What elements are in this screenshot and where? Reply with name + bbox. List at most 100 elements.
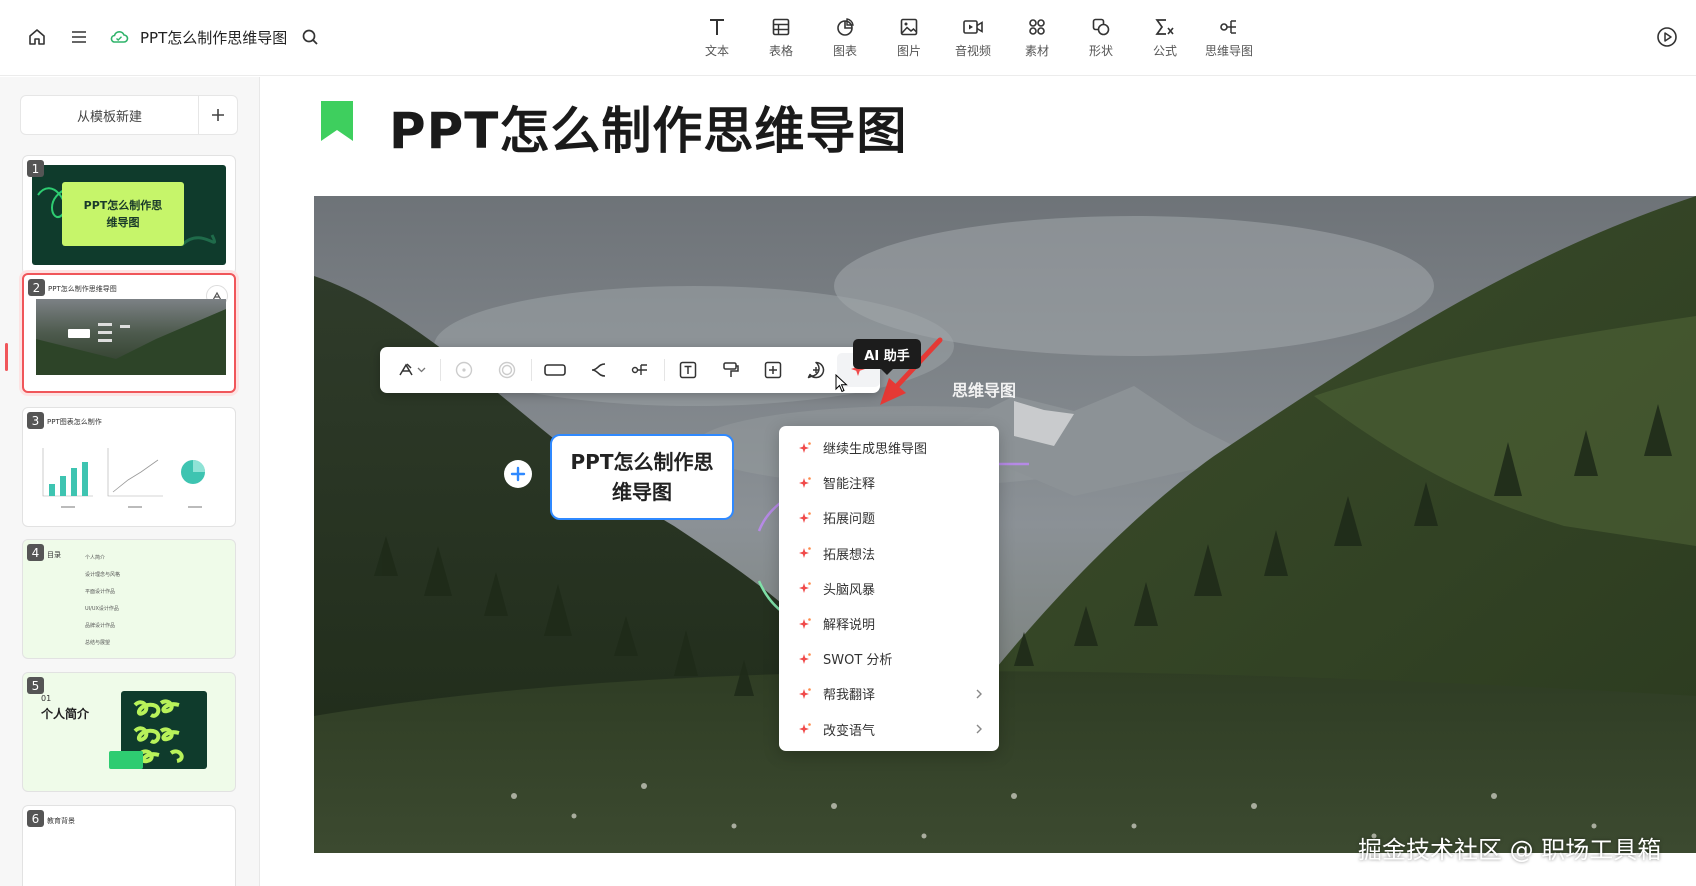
slide-5-section-number: 01 (41, 694, 52, 703)
slide-1-background: PPT怎么制作思维导图 (32, 165, 226, 265)
slide-2-title: PPT怎么制作思维导图 (48, 285, 117, 293)
slide-number: 5 (27, 677, 44, 694)
tool-label: 音视频 (954, 44, 991, 58)
insert-chart-button[interactable]: 图表 (813, 14, 877, 64)
menu-button[interactable] (64, 22, 94, 52)
menu-item-label: 拓展想法 (823, 547, 876, 563)
root-node-label: PPT怎么制作思维导图 (570, 450, 714, 504)
insert-shape-button[interactable]: 形状 (1069, 14, 1133, 64)
insert-table-button[interactable]: 表格 (749, 14, 813, 64)
slide-thumbnail-4[interactable]: 4 目录 个人简介 设计理念与风格 平面设计作品 UI/UX设计作品 品牌设计作… (22, 539, 236, 659)
insert-media-button[interactable]: 音视频 (941, 14, 1005, 64)
cloud-sync-status[interactable] (104, 22, 134, 52)
slide-number: 1 (27, 160, 44, 177)
play-slideshow-button[interactable] (1652, 22, 1682, 52)
slide-thumbnail-5[interactable]: 5 01 个人简介 (22, 672, 236, 792)
slide-3-title: PPT图表怎么制作 (47, 418, 102, 426)
add-comment-button[interactable] (795, 353, 838, 387)
text-icon (710, 19, 724, 35)
document-title[interactable]: PPT怎么制作思维导图 (140, 27, 287, 48)
ai-menu-item-smart-annotation[interactable]: 智能注释 (779, 465, 999, 500)
insert-child-node-button[interactable] (752, 353, 795, 387)
node-format-toolbar (380, 347, 881, 393)
ai-menu-item-swot-analysis[interactable]: SWOT 分析 (779, 641, 999, 676)
ai-menu-item-explain[interactable]: 解释说明 (779, 606, 999, 641)
insert-image-button[interactable]: 图片 (877, 14, 941, 64)
mindmap-branch-node[interactable]: 思维导图 (952, 377, 1016, 401)
background-photo[interactable]: 思维导图 PPT怎么制作思维导图 (314, 196, 1696, 853)
chevron-right-icon (976, 724, 982, 734)
sparkle-icon (799, 582, 811, 594)
toc-item: 总结与展望 (85, 640, 111, 646)
format-painter-button[interactable] (709, 353, 752, 387)
slide-title[interactable]: PPT怎么制作思维导图 (389, 91, 907, 163)
menu-item-label: 拓展问题 (823, 512, 876, 528)
ai-menu-item-continue-mindmap[interactable]: 继续生成思维导图 (779, 430, 999, 465)
add-parent-node-button[interactable] (504, 460, 532, 488)
sparkle-icon (799, 476, 811, 488)
add-box-icon (765, 361, 782, 379)
insert-mindmap-button[interactable]: 思维导图 (1197, 14, 1261, 64)
sparkle-icon (799, 723, 811, 735)
slide-thumbnail-3[interactable]: 3 PPT图表怎么制作 (22, 407, 236, 527)
add-slide-button[interactable] (199, 96, 237, 134)
cloud-icon (110, 31, 129, 43)
tool-label: 公式 (1152, 44, 1177, 58)
slide-5-title: 个人简介 (41, 707, 90, 721)
toc-item: UI/UX设计作品 (85, 606, 119, 612)
ai-assistant-menu: 继续生成思维导图 智能注释 拓展问题 拓展想法 头脑风暴 解释说明 SWOT 分… (779, 426, 999, 751)
connector-style-button[interactable] (576, 353, 619, 387)
new-from-template-button[interactable]: 从模板新建 (21, 96, 199, 134)
search-button[interactable] (295, 22, 325, 52)
mouse-cursor-icon (835, 374, 848, 393)
mindmap-layout-icon (632, 364, 648, 375)
sparkle-icon (799, 512, 811, 523)
tool-label: 思维导图 (1204, 44, 1253, 58)
border-color-button[interactable] (486, 353, 529, 387)
slide-thumbnail-6[interactable]: 6 教育背景 (22, 805, 236, 886)
connector-icon (591, 363, 605, 377)
toolbar-separator (530, 359, 532, 381)
slide-number: 6 (27, 810, 44, 827)
play-icon (1657, 27, 1677, 47)
slide-3-charts-preview (42, 448, 205, 508)
slide-4-toc-list: 个人简介 设计理念与风格 平面设计作品 UI/UX设计作品 品牌设计作品 总结与… (85, 550, 215, 652)
insert-material-button[interactable]: 素材 (1005, 14, 1069, 64)
slide-2-photo-preview (36, 299, 226, 375)
slide-5-green-block (109, 751, 143, 769)
tool-label: 图片 (896, 44, 921, 58)
fill-color-icon (456, 361, 473, 379)
home-icon (29, 29, 45, 45)
mindmap-style-dropdown[interactable] (386, 353, 438, 387)
ai-menu-item-brainstorm[interactable]: 头脑风暴 (779, 571, 999, 606)
menu-item-label: 解释说明 (823, 618, 876, 634)
tool-label: 形状 (1088, 44, 1113, 58)
style-brush-icon (399, 363, 426, 376)
insert-text-button[interactable]: 文本 (685, 14, 749, 64)
insert-formula-button[interactable]: 公式 (1133, 14, 1197, 64)
hamburger-icon (72, 31, 86, 43)
ai-menu-item-expand-ideas[interactable]: 拓展想法 (779, 536, 999, 571)
text-format-button[interactable] (667, 353, 710, 387)
insert-toolbar: 文本 表格 图表 图片 音视频 素材 形状 公式 思维导图 (685, 14, 1261, 64)
slide-number: 2 (28, 279, 45, 296)
slide-thumbnail-2[interactable]: 2 PPT怎么制作思维导图 (22, 273, 236, 393)
material-icon (1029, 19, 1045, 35)
ai-menu-item-change-tone[interactable]: 改变语气 (779, 712, 999, 747)
plus-circle-icon (510, 466, 526, 482)
menu-item-label: 帮我翻译 (823, 688, 876, 704)
slide-thumbnail-1[interactable]: 1 PPT怎么制作思维导图 (22, 155, 236, 275)
active-slide-indicator (5, 343, 8, 371)
mindmap-root-node[interactable]: PPT怎么制作思维导图 (550, 434, 734, 520)
formula-icon (1155, 19, 1174, 35)
menu-item-label: 头脑风暴 (823, 582, 876, 598)
ai-menu-item-expand-questions[interactable]: 拓展问题 (779, 500, 999, 535)
node-shape-button[interactable] (534, 353, 577, 387)
fill-color-button[interactable] (443, 353, 486, 387)
bookmark-icon (321, 101, 353, 141)
slide-4-title: 目录 (47, 551, 61, 559)
slide-1-title: PPT怎么制作思维导图 (83, 199, 163, 229)
ai-menu-item-translate[interactable]: 帮我翻译 (779, 676, 999, 711)
layout-structure-button[interactable] (619, 353, 662, 387)
home-button[interactable] (22, 22, 52, 52)
